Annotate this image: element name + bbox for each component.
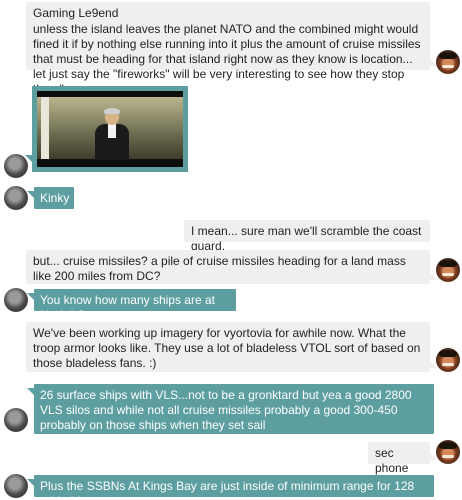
- movie-still-image: [37, 91, 183, 167]
- user-avatar-right[interactable]: [436, 348, 460, 372]
- user-avatar-left[interactable]: [4, 474, 28, 498]
- message-text: I mean... sure man we'll scramble the co…: [191, 224, 422, 253]
- message-text: Kinky: [40, 191, 70, 205]
- user-avatar-left[interactable]: [4, 154, 28, 178]
- message-bubble-incoming: Plus the SSBNs At Kings Bay are just ins…: [27, 475, 434, 500]
- message-text: Plus the SSBNs At Kings Bay are just ins…: [40, 479, 415, 500]
- message-bubble-outgoing: We've been working up imagery for vyorto…: [26, 322, 437, 372]
- user-avatar-left[interactable]: [4, 186, 28, 210]
- message-text: but... cruise missiles? a pile of cruise…: [33, 254, 406, 283]
- message-bubble-incoming: You know how many ships are at Norfolk?: [27, 289, 236, 322]
- message-bubble-outgoing: but... cruise missiles? a pile of cruise…: [26, 250, 437, 284]
- message-text: unless the island leaves the planet NATO…: [33, 22, 421, 96]
- message-text: You know how many ships are at Norfolk?: [40, 293, 215, 322]
- user-avatar-right[interactable]: [436, 258, 460, 282]
- message-bubble-outgoing: Gaming Le9end unless the island leaves t…: [26, 2, 437, 96]
- message-sender: Gaming Le9end: [33, 6, 119, 20]
- message-bubble-incoming: 26 surface ships with VLS...not to be a …: [27, 384, 434, 434]
- user-avatar-right[interactable]: [436, 50, 460, 74]
- message-bubble-incoming: Kinky: [27, 187, 74, 209]
- image-message[interactable]: [25, 86, 188, 172]
- message-text: We've been working up imagery for vyorto…: [33, 326, 421, 370]
- message-text: 26 surface ships with VLS...not to be a …: [40, 388, 412, 432]
- user-avatar-left[interactable]: [4, 408, 28, 432]
- message-text: sec phone: [375, 446, 409, 475]
- message-bubble-outgoing: I mean... sure man we'll scramble the co…: [184, 220, 430, 253]
- user-avatar-right[interactable]: [436, 440, 460, 464]
- chat-transcript: Gaming Le9end unless the island leaves t…: [0, 0, 462, 500]
- message-bubble-outgoing: sec phone: [368, 442, 437, 475]
- user-avatar-left[interactable]: [4, 288, 28, 312]
